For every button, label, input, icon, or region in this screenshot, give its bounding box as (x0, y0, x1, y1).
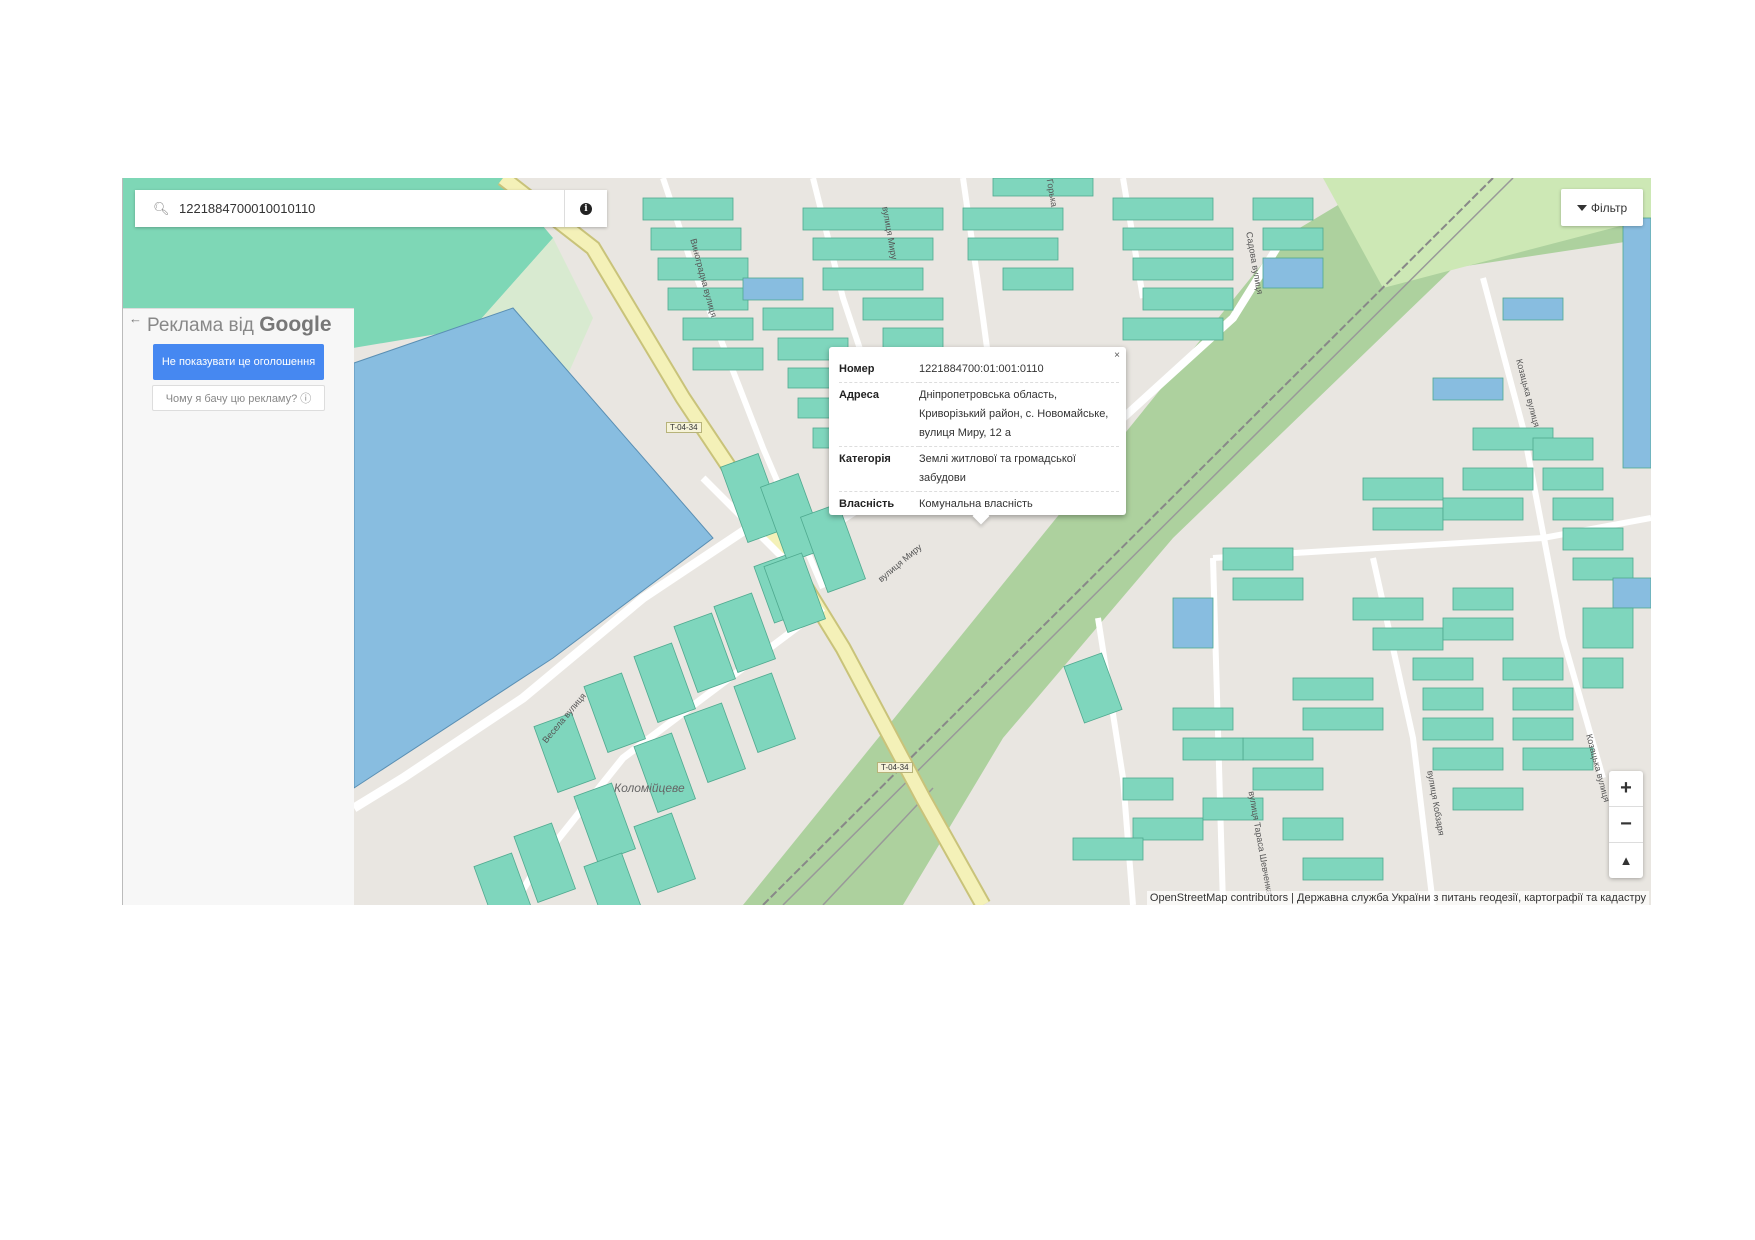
table-row: Адреса Дніпропетровська область, Криворі… (839, 382, 1119, 447)
road-label: T-04-34 (666, 422, 702, 433)
map-attribution[interactable]: OpenStreetMap contributors | Державна сл… (1146, 891, 1649, 905)
parcel-popup: × Номер 1221884700:01:001:0110 Адреса Дн… (829, 347, 1126, 525)
place-label: Коломійцеве (614, 781, 685, 795)
row-key: Власність (839, 498, 895, 510)
search-icon: 🔍︎ (153, 200, 170, 216)
zoom-in-button[interactable]: + (1609, 771, 1643, 807)
road-label: T-04-34 (877, 762, 913, 773)
ad-title-prefix: Реклама від (147, 315, 254, 336)
row-value: Комунальна власність (919, 498, 1033, 510)
table-row: Номер 1221884700:01:001:0110 (839, 357, 1119, 383)
info-icon: i (580, 202, 592, 215)
why-ad-button[interactable]: Чому я бачу цю рекламу? ⓘ (152, 385, 325, 411)
search-bar: 🔍︎ 1221884700010010110 i (135, 190, 607, 227)
row-value: 1221884700:01:001:0110 (919, 357, 1119, 383)
back-arrow-icon[interactable]: ← (129, 311, 142, 326)
ad-title-brand: Google (259, 313, 332, 336)
filter-icon (1576, 204, 1587, 211)
filter-button-label: Фільтр (1590, 200, 1628, 215)
hide-ad-button[interactable]: Не показувати це оголошення (153, 344, 324, 380)
zoom-control: + − ▲ (1609, 771, 1643, 878)
info-button[interactable]: i (564, 190, 607, 227)
ad-panel: ← Реклама від Google Не показувати це ог… (123, 308, 354, 905)
filter-button[interactable]: Фільтр (1561, 189, 1643, 226)
parcel-info-table: Номер 1221884700:01:001:0110 Адреса Дніп… (839, 357, 1119, 517)
reset-north-button[interactable]: ▲ (1609, 843, 1643, 878)
row-key: Категорія (839, 446, 919, 492)
row-value: Землі житлової та громадської забудови (919, 446, 1119, 492)
row-value: Дніпропетровська область, Криворізький р… (919, 382, 1119, 447)
ad-title: Реклама від Google (147, 313, 332, 337)
row-key: Адреса (839, 382, 919, 447)
row-key: Номер (839, 357, 919, 383)
map-frame[interactable]: 🔍︎ 1221884700010010110 i Фільтр ← Реклам… (122, 178, 1651, 905)
table-row: Категорія Землі житлової та громадської … (839, 446, 1119, 492)
search-input[interactable]: 1221884700010010110 (179, 201, 564, 216)
zoom-out-button[interactable]: − (1609, 807, 1643, 843)
